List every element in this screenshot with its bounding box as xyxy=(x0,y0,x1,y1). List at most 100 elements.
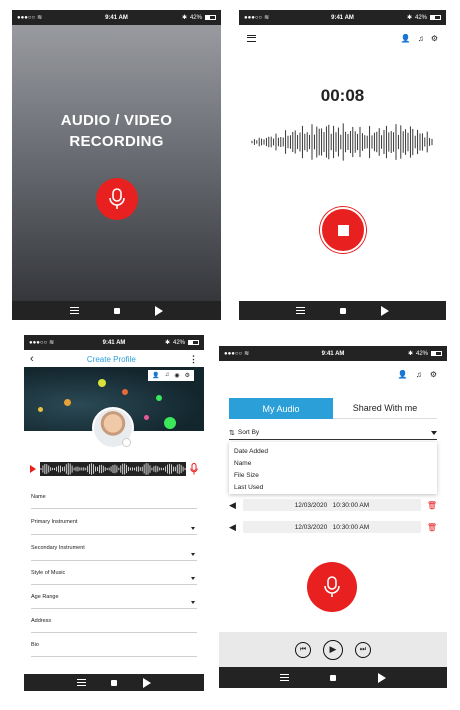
play-icon[interactable] xyxy=(30,465,36,473)
play-icon[interactable] xyxy=(380,305,389,316)
chevron-down-icon xyxy=(191,601,195,604)
bluetooth-icon: ✱ xyxy=(407,351,413,357)
secondary-instrument-select[interactable]: Secondary Instrument xyxy=(31,535,197,561)
title-line-2: RECORDING xyxy=(69,133,164,150)
trash-icon[interactable]: 🗑 xyxy=(427,501,437,510)
splash-screen: ●●●○○ ≋ 9:41 AM ✱ 42% AUDIO / VIDEO RECORD… xyxy=(12,10,221,320)
battery-percent: 42% xyxy=(415,14,428,21)
gear-icon[interactable]: ⚙ xyxy=(431,34,438,43)
tab-shared-with-me[interactable]: Shared With me xyxy=(333,398,437,419)
field-label: Name xyxy=(31,493,46,500)
sort-option-file-size[interactable]: File Size xyxy=(234,470,432,482)
home-icon[interactable] xyxy=(339,307,346,314)
stop-button[interactable] xyxy=(320,207,366,253)
play-button[interactable]: ▶ xyxy=(323,639,343,660)
list-item[interactable]: ◀ 12/03/2020 10:30:00 AM 🗑 xyxy=(229,498,437,512)
age-range-select[interactable]: Age Range xyxy=(31,585,197,609)
top-bar: 👤 ♫ ⚙ xyxy=(247,30,438,46)
skip-back-icon[interactable]: ⏮ xyxy=(295,641,311,658)
menu-icon[interactable] xyxy=(279,674,289,681)
music-note-icon[interactable]: ♫ xyxy=(416,370,422,379)
recording-date: 12/03/2020 xyxy=(294,523,328,531)
chevron-down-icon xyxy=(191,553,195,556)
nav-bar xyxy=(24,674,204,691)
create-profile-screen: ●●●○○ ≋ 9:41 AM ✱ 42% ‹ Create Profile ⋮ 👤… xyxy=(24,335,204,691)
sort-option-last-used[interactable]: Last Used xyxy=(234,482,432,494)
user-icon[interactable]: 👤 xyxy=(152,372,159,379)
music-note-icon[interactable]: ♫ xyxy=(418,34,424,43)
eye-icon[interactable]: ◉ xyxy=(174,372,179,379)
music-note-icon[interactable]: ♫ xyxy=(165,372,170,379)
chevron-down-icon xyxy=(431,430,437,435)
nav-bar xyxy=(12,301,221,320)
gear-icon[interactable]: ⚙ xyxy=(430,370,437,379)
recording-date: 12/03/2020 xyxy=(294,501,328,509)
play-icon[interactable] xyxy=(143,677,152,688)
nav-bar xyxy=(239,301,446,320)
sort-option-name[interactable]: Name xyxy=(234,458,432,470)
field-label: Bio xyxy=(31,641,39,648)
skip-forward-icon[interactable]: ⏭ xyxy=(355,641,371,658)
battery-icon xyxy=(431,351,443,356)
signal-dots: ●●●○○ xyxy=(224,350,243,357)
stop-icon xyxy=(337,224,349,236)
recording-info: 12/03/2020 10:30:00 AM xyxy=(243,521,421,533)
play-icon[interactable] xyxy=(155,305,164,316)
wifi-icon: ≋ xyxy=(244,351,250,357)
status-time: 9:41 AM xyxy=(321,350,345,357)
microphone-icon xyxy=(109,188,125,209)
page-title: Create Profile xyxy=(86,354,136,364)
user-icon[interactable]: 👤 xyxy=(398,370,408,379)
record-button[interactable] xyxy=(307,562,357,612)
top-bar: 👤 ♫ ⚙ xyxy=(219,370,437,379)
menu-icon[interactable] xyxy=(69,307,79,314)
user-icon[interactable]: 👤 xyxy=(401,34,411,43)
bluetooth-icon: ✱ xyxy=(164,340,170,346)
sort-dropdown: Date Added Name File Size Last Used xyxy=(229,442,437,494)
primary-instrument-select[interactable]: Primary Instrument xyxy=(31,509,197,535)
speaker-icon[interactable]: ◀ xyxy=(229,522,237,533)
banner-tools: 👤 ♫ ◉ ⚙ xyxy=(148,370,194,381)
bluetooth-icon: ✱ xyxy=(406,15,412,21)
field-label: Primary Instrument xyxy=(31,518,78,525)
title-line-1: AUDIO / VIDEO xyxy=(60,112,173,129)
menu-icon[interactable] xyxy=(247,34,256,42)
field-label: Age Range xyxy=(31,593,59,600)
sort-select[interactable]: ⇅ Sort By xyxy=(229,426,437,440)
battery-icon xyxy=(430,15,442,20)
home-icon[interactable] xyxy=(111,679,118,686)
more-icon[interactable]: ⋮ xyxy=(189,354,198,365)
microphone-icon[interactable] xyxy=(190,463,198,475)
name-field[interactable]: Name xyxy=(31,485,197,509)
profile-header: ‹ Create Profile ⋮ xyxy=(24,351,204,367)
splash-title: AUDIO / VIDEO RECORDING xyxy=(12,110,221,152)
chevron-down-icon xyxy=(191,577,195,580)
home-icon[interactable] xyxy=(330,674,337,681)
status-bar: ●●●○○ ≋ 9:41 AM ✱ 42% xyxy=(219,346,447,361)
signal-dots: ●●●○○ xyxy=(17,14,36,21)
audio-player: ⏮ ▶ ⏭ xyxy=(219,632,447,667)
gear-icon[interactable]: ⚙ xyxy=(185,372,190,379)
tab-my-audio[interactable]: My Audio xyxy=(229,398,333,419)
status-time: 9:41 AM xyxy=(105,14,128,21)
bio-field[interactable]: Bio xyxy=(31,633,197,657)
address-field[interactable]: Address xyxy=(31,609,197,633)
menu-icon[interactable] xyxy=(296,307,306,314)
trash-icon[interactable]: 🗑 xyxy=(427,523,437,532)
speaker-icon[interactable]: ◀ xyxy=(229,500,237,511)
wifi-icon: ≋ xyxy=(37,15,43,21)
sort-option-date-added[interactable]: Date Added xyxy=(234,446,432,458)
menu-icon[interactable] xyxy=(76,679,86,686)
recording-time: 10:30:00 AM xyxy=(332,501,370,509)
play-icon[interactable] xyxy=(378,672,387,683)
recording-info: 12/03/2020 10:30:00 AM xyxy=(243,499,421,511)
style-of-music-select[interactable]: Style of Music xyxy=(31,561,197,585)
camera-icon[interactable] xyxy=(122,438,131,447)
list-item[interactable]: ◀ 12/03/2020 10:30:00 AM 🗑 xyxy=(229,520,437,534)
audio-preview xyxy=(30,461,198,477)
home-icon[interactable] xyxy=(113,307,120,314)
record-button[interactable] xyxy=(96,178,138,220)
signal-dots: ●●●○○ xyxy=(244,14,263,21)
audio-waveform[interactable] xyxy=(40,462,186,476)
nav-bar xyxy=(219,667,447,688)
